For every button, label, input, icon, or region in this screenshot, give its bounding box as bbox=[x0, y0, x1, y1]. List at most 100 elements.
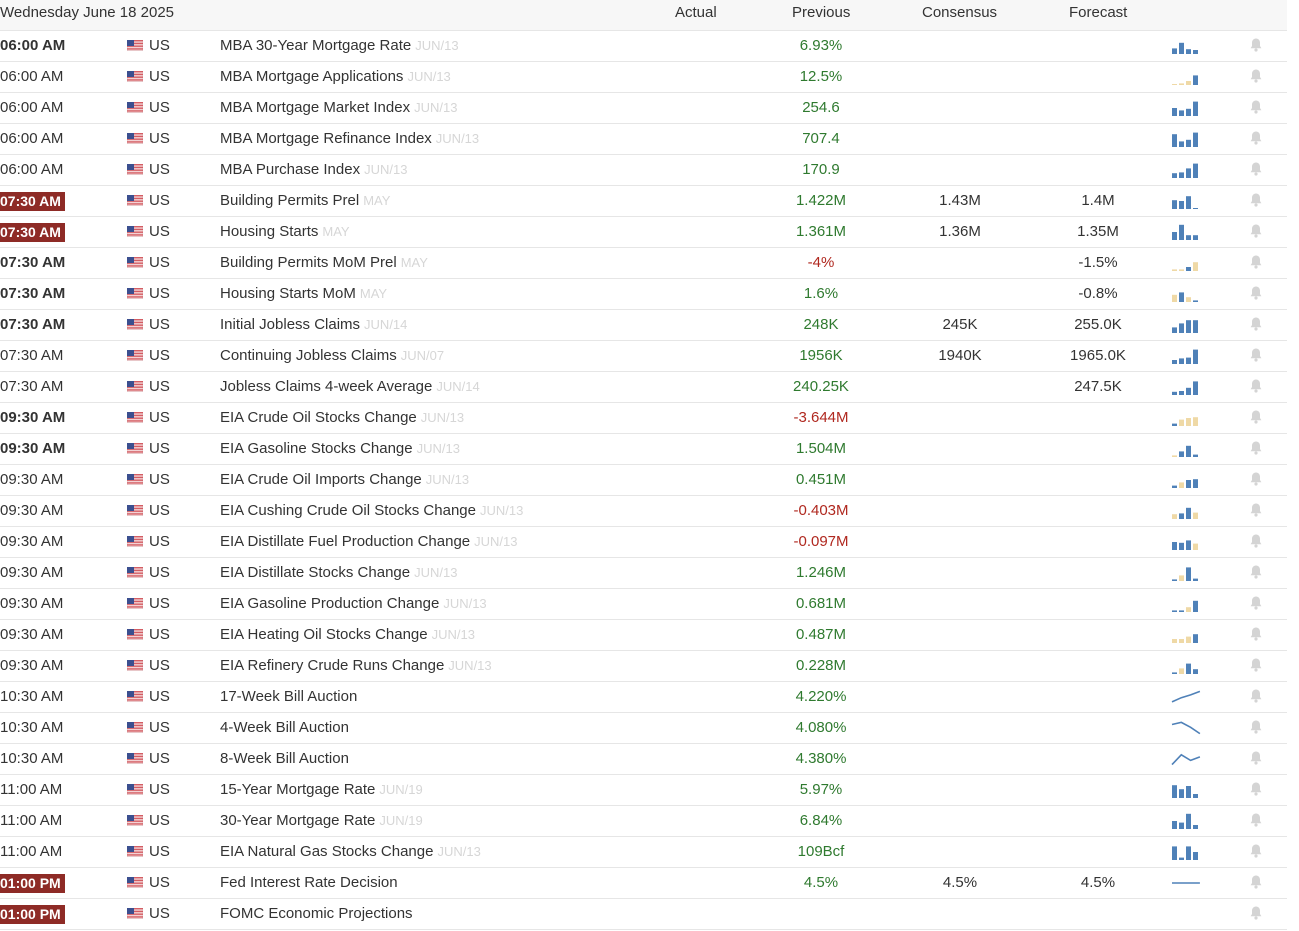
event-name-cell[interactable]: MBA Mortgage Applications JUN/13 bbox=[220, 68, 451, 85]
event-name-cell[interactable]: FOMC Economic Projections bbox=[220, 905, 413, 922]
sparkline-icon[interactable] bbox=[1170, 843, 1202, 861]
bell-icon[interactable] bbox=[1248, 750, 1264, 766]
event-row[interactable]: 07:30 AM US Building Permits Prel MAY 1.422M… bbox=[0, 186, 1287, 217]
sparkline-icon[interactable] bbox=[1170, 347, 1202, 365]
event-name[interactable]: EIA Heating Oil Stocks Change bbox=[220, 626, 428, 643]
event-name-cell[interactable]: EIA Refinery Crude Runs Change JUN/13 bbox=[220, 657, 492, 674]
event-name[interactable]: Jobless Claims 4-week Average bbox=[220, 378, 432, 395]
event-row[interactable]: 06:00 AM US MBA 30-Year Mortgage Rate JUN/1… bbox=[0, 31, 1287, 62]
bell-icon[interactable] bbox=[1248, 688, 1264, 704]
bell-icon[interactable] bbox=[1248, 905, 1264, 921]
event-name[interactable]: EIA Distillate Stocks Change bbox=[220, 564, 410, 581]
sparkline-icon[interactable] bbox=[1170, 254, 1202, 272]
event-name[interactable]: EIA Distillate Fuel Production Change bbox=[220, 533, 470, 550]
event-name[interactable]: Housing Starts MoM bbox=[220, 285, 356, 302]
sparkline-icon[interactable] bbox=[1170, 781, 1202, 799]
sparkline-icon[interactable] bbox=[1170, 812, 1202, 830]
bell-icon[interactable] bbox=[1248, 471, 1264, 487]
bell-icon[interactable] bbox=[1248, 130, 1264, 146]
event-row[interactable]: 09:30 AM US EIA Crude Oil Stocks Change JUN… bbox=[0, 403, 1287, 434]
event-name-cell[interactable]: Housing Starts MAY bbox=[220, 223, 350, 240]
bell-icon[interactable] bbox=[1248, 626, 1264, 642]
bell-icon[interactable] bbox=[1248, 843, 1264, 859]
event-row[interactable]: 11:00 AM US EIA Natural Gas Stocks Change J… bbox=[0, 837, 1287, 868]
event-row[interactable]: 11:00 AM US 15-Year Mortgage Rate JUN/19 5.9… bbox=[0, 775, 1287, 806]
event-name[interactable]: 4-Week Bill Auction bbox=[220, 719, 349, 736]
sparkline-icon[interactable] bbox=[1170, 533, 1202, 551]
event-row[interactable]: 09:30 AM US EIA Cushing Crude Oil Stocks C… bbox=[0, 496, 1287, 527]
sparkline-icon[interactable] bbox=[1170, 68, 1202, 86]
bell-icon[interactable] bbox=[1248, 874, 1264, 890]
event-name-cell[interactable]: Fed Interest Rate Decision bbox=[220, 874, 398, 891]
event-name-cell[interactable]: Building Permits Prel MAY bbox=[220, 192, 390, 209]
event-name[interactable]: MBA 30-Year Mortgage Rate bbox=[220, 37, 411, 54]
bell-icon[interactable] bbox=[1248, 161, 1264, 177]
bell-icon[interactable] bbox=[1248, 533, 1264, 549]
event-name[interactable]: 15-Year Mortgage Rate bbox=[220, 781, 375, 798]
column-actual[interactable]: Actual bbox=[675, 4, 717, 21]
sparkline-icon[interactable] bbox=[1170, 688, 1202, 706]
event-row[interactable]: 06:00 AM US MBA Mortgage Market Index JUN/1… bbox=[0, 93, 1287, 124]
event-name-cell[interactable]: MBA 30-Year Mortgage Rate JUN/13 bbox=[220, 37, 459, 54]
event-name[interactable]: Initial Jobless Claims bbox=[220, 316, 360, 333]
event-row[interactable]: 01:00 PM US Fed Interest Rate Decision 4.5%… bbox=[0, 868, 1287, 899]
event-row[interactable]: 07:30 AM US Continuing Jobless Claims JUN/0… bbox=[0, 341, 1287, 372]
bell-icon[interactable] bbox=[1248, 409, 1264, 425]
event-name-cell[interactable]: EIA Gasoline Stocks Change JUN/13 bbox=[220, 440, 460, 457]
bell-icon[interactable] bbox=[1248, 564, 1264, 580]
bell-icon[interactable] bbox=[1248, 68, 1264, 84]
sparkline-icon[interactable] bbox=[1170, 99, 1202, 117]
bell-icon[interactable] bbox=[1248, 99, 1264, 115]
event-row[interactable]: 01:00 PM US FOMC Economic Projections bbox=[0, 899, 1287, 930]
event-name-cell[interactable]: EIA Gasoline Production Change JUN/13 bbox=[220, 595, 487, 612]
event-row[interactable]: 10:30 AM US 8-Week Bill Auction 4.380% bbox=[0, 744, 1287, 775]
event-name-cell[interactable]: MBA Mortgage Refinance Index JUN/13 bbox=[220, 130, 479, 147]
bell-icon[interactable] bbox=[1248, 502, 1264, 518]
event-row[interactable]: 09:30 AM US EIA Distillate Fuel Production… bbox=[0, 527, 1287, 558]
event-name-cell[interactable]: 4-Week Bill Auction bbox=[220, 719, 349, 736]
event-name[interactable]: EIA Cushing Crude Oil Stocks Change bbox=[220, 502, 476, 519]
bell-icon[interactable] bbox=[1248, 719, 1264, 735]
sparkline-icon[interactable] bbox=[1170, 223, 1202, 241]
event-name[interactable]: MBA Mortgage Refinance Index bbox=[220, 130, 432, 147]
sparkline-icon[interactable] bbox=[1170, 595, 1202, 613]
event-name[interactable]: Fed Interest Rate Decision bbox=[220, 874, 398, 891]
event-name[interactable]: 8-Week Bill Auction bbox=[220, 750, 349, 767]
event-name[interactable]: EIA Gasoline Production Change bbox=[220, 595, 439, 612]
event-name-cell[interactable]: Jobless Claims 4-week Average JUN/14 bbox=[220, 378, 480, 395]
event-name-cell[interactable]: 17-Week Bill Auction bbox=[220, 688, 357, 705]
sparkline-icon[interactable] bbox=[1170, 502, 1202, 520]
column-forecast[interactable]: Forecast bbox=[1069, 4, 1127, 21]
column-previous[interactable]: Previous bbox=[792, 4, 850, 21]
event-name[interactable]: EIA Refinery Crude Runs Change bbox=[220, 657, 444, 674]
event-name[interactable]: MBA Mortgage Applications bbox=[220, 68, 403, 85]
sparkline-icon[interactable] bbox=[1170, 285, 1202, 303]
sparkline-icon[interactable] bbox=[1170, 719, 1202, 737]
sparkline-icon[interactable] bbox=[1170, 130, 1202, 148]
event-name[interactable]: EIA Natural Gas Stocks Change bbox=[220, 843, 433, 860]
event-name-cell[interactable]: EIA Heating Oil Stocks Change JUN/13 bbox=[220, 626, 475, 643]
sparkline-icon[interactable] bbox=[1170, 750, 1202, 768]
event-name-cell[interactable]: EIA Crude Oil Stocks Change JUN/13 bbox=[220, 409, 464, 426]
event-name-cell[interactable]: EIA Natural Gas Stocks Change JUN/13 bbox=[220, 843, 481, 860]
event-name[interactable]: EIA Crude Oil Imports Change bbox=[220, 471, 422, 488]
sparkline-icon[interactable] bbox=[1170, 471, 1202, 489]
event-row[interactable]: 09:30 AM US EIA Heating Oil Stocks Change J… bbox=[0, 620, 1287, 651]
event-row[interactable]: 07:30 AM US Building Permits MoM Prel MAY -4… bbox=[0, 248, 1287, 279]
event-name-cell[interactable]: 8-Week Bill Auction bbox=[220, 750, 349, 767]
bell-icon[interactable] bbox=[1248, 595, 1264, 611]
event-name-cell[interactable]: EIA Crude Oil Imports Change JUN/13 bbox=[220, 471, 469, 488]
column-consensus[interactable]: Consensus bbox=[922, 4, 997, 21]
event-name-cell[interactable]: Housing Starts MoM MAY bbox=[220, 285, 387, 302]
event-name-cell[interactable]: 30-Year Mortgage Rate JUN/19 bbox=[220, 812, 423, 829]
sparkline-icon[interactable] bbox=[1170, 316, 1202, 334]
bell-icon[interactable] bbox=[1248, 440, 1264, 456]
event-name-cell[interactable]: Initial Jobless Claims JUN/14 bbox=[220, 316, 407, 333]
event-name-cell[interactable]: Continuing Jobless Claims JUN/07 bbox=[220, 347, 444, 364]
event-name-cell[interactable]: EIA Distillate Fuel Production Change JUN… bbox=[220, 533, 518, 550]
event-name-cell[interactable]: EIA Distillate Stocks Change JUN/13 bbox=[220, 564, 457, 581]
event-row[interactable]: 07:30 AM US Housing Starts MoM MAY 1.6% -0.8% bbox=[0, 279, 1287, 310]
bell-icon[interactable] bbox=[1248, 347, 1264, 363]
event-name[interactable]: FOMC Economic Projections bbox=[220, 905, 413, 922]
event-row[interactable]: 10:30 AM US 4-Week Bill Auction 4.080% bbox=[0, 713, 1287, 744]
